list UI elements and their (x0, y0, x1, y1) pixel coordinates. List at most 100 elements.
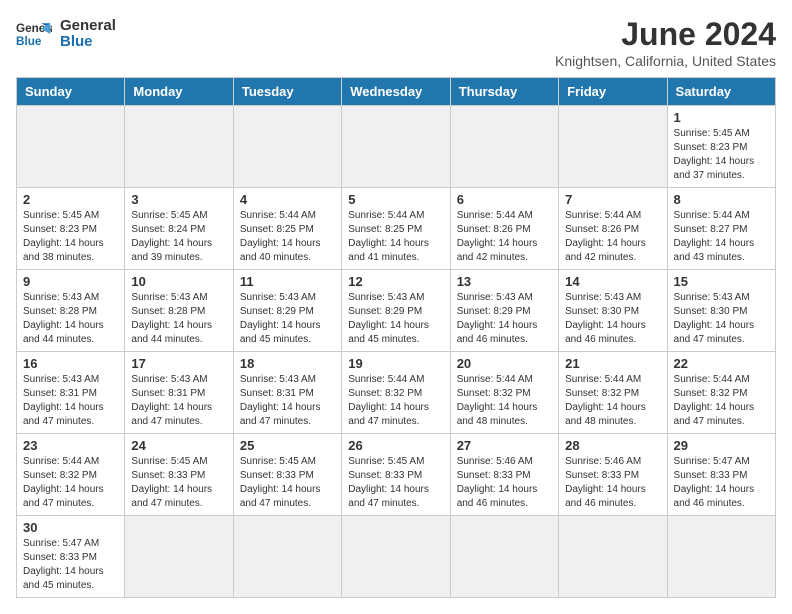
calendar-day-cell (667, 516, 775, 598)
calendar-day-cell: 13Sunrise: 5:43 AM Sunset: 8:29 PM Dayli… (450, 270, 558, 352)
calendar-day-cell: 11 Sunrise: 5:43 AM Sunset: 8:29 PM Dayli… (233, 270, 341, 352)
calendar-day-cell: 14 Sunrise: 5:43 AM Sunset: 8:30 PM Dayli… (559, 270, 667, 352)
day-info: Sunrise: 5:46 AM Sunset: 8:33 PM Dayligh… (565, 455, 660, 511)
day-number: 10 (131, 274, 226, 289)
logo-general-text: General (60, 18, 116, 35)
day-number: 8 (674, 192, 769, 207)
logo: General Blue General Blue (16, 16, 116, 52)
calendar-day-cell: 17Sunrise: 5:43 AM Sunset: 8:31 PM Dayli… (125, 352, 233, 434)
calendar-day-cell: 23 Sunrise: 5:44 AM Sunset: 8:32 PM Dayli… (17, 434, 125, 516)
logo-blue-text: Blue (60, 34, 116, 51)
calendar-day-cell: 22 Sunrise: 5:44 AM Sunset: 8:32 PM Dayli… (667, 352, 775, 434)
calendar-day-cell: 30Sunrise: 5:47 AM Sunset: 8:33 PM Dayli… (17, 516, 125, 598)
calendar-header: General Blue General Blue June 2024 Knig… (16, 16, 776, 69)
day-number: 23 (23, 438, 118, 453)
calendar-day-cell: 2Sunrise: 5:45 AM Sunset: 8:23 PM Daylig… (17, 188, 125, 270)
calendar-day-cell: 1 Sunrise: 5:45 AM Sunset: 8:23 PM Daylig… (667, 106, 775, 188)
day-info: Sunrise: 5:44 AM Sunset: 8:32 PM Dayligh… (565, 373, 660, 429)
day-number: 4 (240, 192, 335, 207)
day-info: Sunrise: 5:44 AM Sunset: 8:26 PM Dayligh… (565, 209, 660, 265)
calendar-day-cell (450, 516, 558, 598)
day-number: 27 (457, 438, 552, 453)
calendar-subtitle: Knightsen, California, United States (555, 53, 776, 69)
weekday-header-friday: Friday (559, 78, 667, 106)
day-number: 22 (674, 356, 769, 371)
day-info: Sunrise: 5:43 AM Sunset: 8:30 PM Dayligh… (565, 291, 660, 347)
day-info: Sunrise: 5:43 AM Sunset: 8:28 PM Dayligh… (131, 291, 226, 347)
day-number: 20 (457, 356, 552, 371)
calendar-day-cell: 12Sunrise: 5:43 AM Sunset: 8:29 PM Dayli… (342, 270, 450, 352)
day-info: Sunrise: 5:44 AM Sunset: 8:32 PM Dayligh… (23, 455, 118, 511)
day-info: Sunrise: 5:43 AM Sunset: 8:31 PM Dayligh… (23, 373, 118, 429)
day-number: 5 (348, 192, 443, 207)
day-info: Sunrise: 5:45 AM Sunset: 8:33 PM Dayligh… (240, 455, 335, 511)
day-info: Sunrise: 5:43 AM Sunset: 8:29 PM Dayligh… (240, 291, 335, 347)
calendar-day-cell (17, 106, 125, 188)
calendar-week-row: 9 Sunrise: 5:43 AM Sunset: 8:28 PM Daylig… (17, 270, 776, 352)
day-info: Sunrise: 5:45 AM Sunset: 8:23 PM Dayligh… (674, 127, 769, 183)
weekday-header-tuesday: Tuesday (233, 78, 341, 106)
calendar-day-cell (450, 106, 558, 188)
calendar-week-row: 1 Sunrise: 5:45 AM Sunset: 8:23 PM Daylig… (17, 106, 776, 188)
title-block: June 2024 Knightsen, California, United … (555, 16, 776, 69)
day-number: 3 (131, 192, 226, 207)
day-info: Sunrise: 5:44 AM Sunset: 8:32 PM Dayligh… (457, 373, 552, 429)
day-info: Sunrise: 5:43 AM Sunset: 8:29 PM Dayligh… (348, 291, 443, 347)
calendar-day-cell: 19 Sunrise: 5:44 AM Sunset: 8:32 PM Dayli… (342, 352, 450, 434)
calendar-day-cell: 8 Sunrise: 5:44 AM Sunset: 8:27 PM Daylig… (667, 188, 775, 270)
day-number: 2 (23, 192, 118, 207)
calendar-day-cell: 5 Sunrise: 5:44 AM Sunset: 8:25 PM Daylig… (342, 188, 450, 270)
day-number: 24 (131, 438, 226, 453)
day-number: 25 (240, 438, 335, 453)
day-number: 6 (457, 192, 552, 207)
day-info: Sunrise: 5:47 AM Sunset: 8:33 PM Dayligh… (674, 455, 769, 511)
day-info: Sunrise: 5:44 AM Sunset: 8:25 PM Dayligh… (348, 209, 443, 265)
day-info: Sunrise: 5:44 AM Sunset: 8:26 PM Dayligh… (457, 209, 552, 265)
day-number: 29 (674, 438, 769, 453)
day-info: Sunrise: 5:44 AM Sunset: 8:32 PM Dayligh… (674, 373, 769, 429)
calendar-day-cell: 27Sunrise: 5:46 AM Sunset: 8:33 PM Dayli… (450, 434, 558, 516)
calendar-day-cell (559, 516, 667, 598)
day-info: Sunrise: 5:45 AM Sunset: 8:33 PM Dayligh… (348, 455, 443, 511)
day-number: 19 (348, 356, 443, 371)
calendar-day-cell: 24Sunrise: 5:45 AM Sunset: 8:33 PM Dayli… (125, 434, 233, 516)
day-number: 1 (674, 110, 769, 125)
day-number: 28 (565, 438, 660, 453)
calendar-day-cell: 10 Sunrise: 5:43 AM Sunset: 8:28 PM Dayli… (125, 270, 233, 352)
calendar-day-cell: 7 Sunrise: 5:44 AM Sunset: 8:26 PM Daylig… (559, 188, 667, 270)
calendar-day-cell: 26 Sunrise: 5:45 AM Sunset: 8:33 PM Dayli… (342, 434, 450, 516)
calendar-day-cell (342, 516, 450, 598)
day-info: Sunrise: 5:47 AM Sunset: 8:33 PM Dayligh… (23, 537, 118, 593)
calendar-week-row: 16 Sunrise: 5:43 AM Sunset: 8:31 PM Dayli… (17, 352, 776, 434)
calendar-week-row: 23 Sunrise: 5:44 AM Sunset: 8:32 PM Dayli… (17, 434, 776, 516)
weekday-header-saturday: Saturday (667, 78, 775, 106)
calendar-day-cell: 16 Sunrise: 5:43 AM Sunset: 8:31 PM Dayli… (17, 352, 125, 434)
weekday-header-monday: Monday (125, 78, 233, 106)
day-info: Sunrise: 5:43 AM Sunset: 8:28 PM Dayligh… (23, 291, 118, 347)
day-number: 14 (565, 274, 660, 289)
calendar-day-cell: 18 Sunrise: 5:43 AM Sunset: 8:31 PM Dayli… (233, 352, 341, 434)
day-info: Sunrise: 5:44 AM Sunset: 8:27 PM Dayligh… (674, 209, 769, 265)
calendar-day-cell: 20 Sunrise: 5:44 AM Sunset: 8:32 PM Dayli… (450, 352, 558, 434)
calendar-day-cell: 29 Sunrise: 5:47 AM Sunset: 8:33 PM Dayli… (667, 434, 775, 516)
calendar-day-cell: 4Sunrise: 5:44 AM Sunset: 8:25 PM Daylig… (233, 188, 341, 270)
day-info: Sunrise: 5:44 AM Sunset: 8:32 PM Dayligh… (348, 373, 443, 429)
day-number: 7 (565, 192, 660, 207)
day-info: Sunrise: 5:43 AM Sunset: 8:29 PM Dayligh… (457, 291, 552, 347)
calendar-day-cell (125, 516, 233, 598)
day-info: Sunrise: 5:43 AM Sunset: 8:31 PM Dayligh… (240, 373, 335, 429)
day-number: 11 (240, 274, 335, 289)
day-number: 18 (240, 356, 335, 371)
day-number: 16 (23, 356, 118, 371)
day-number: 26 (348, 438, 443, 453)
day-info: Sunrise: 5:43 AM Sunset: 8:30 PM Dayligh… (674, 291, 769, 347)
svg-text:Blue: Blue (16, 35, 42, 48)
calendar-day-cell (125, 106, 233, 188)
calendar-day-cell: 15Sunrise: 5:43 AM Sunset: 8:30 PM Dayli… (667, 270, 775, 352)
calendar-day-cell: 25 Sunrise: 5:45 AM Sunset: 8:33 PM Dayli… (233, 434, 341, 516)
calendar-week-row: 30Sunrise: 5:47 AM Sunset: 8:33 PM Dayli… (17, 516, 776, 598)
calendar-day-cell: 9 Sunrise: 5:43 AM Sunset: 8:28 PM Daylig… (17, 270, 125, 352)
weekday-header-thursday: Thursday (450, 78, 558, 106)
calendar-day-cell (233, 106, 341, 188)
day-number: 9 (23, 274, 118, 289)
